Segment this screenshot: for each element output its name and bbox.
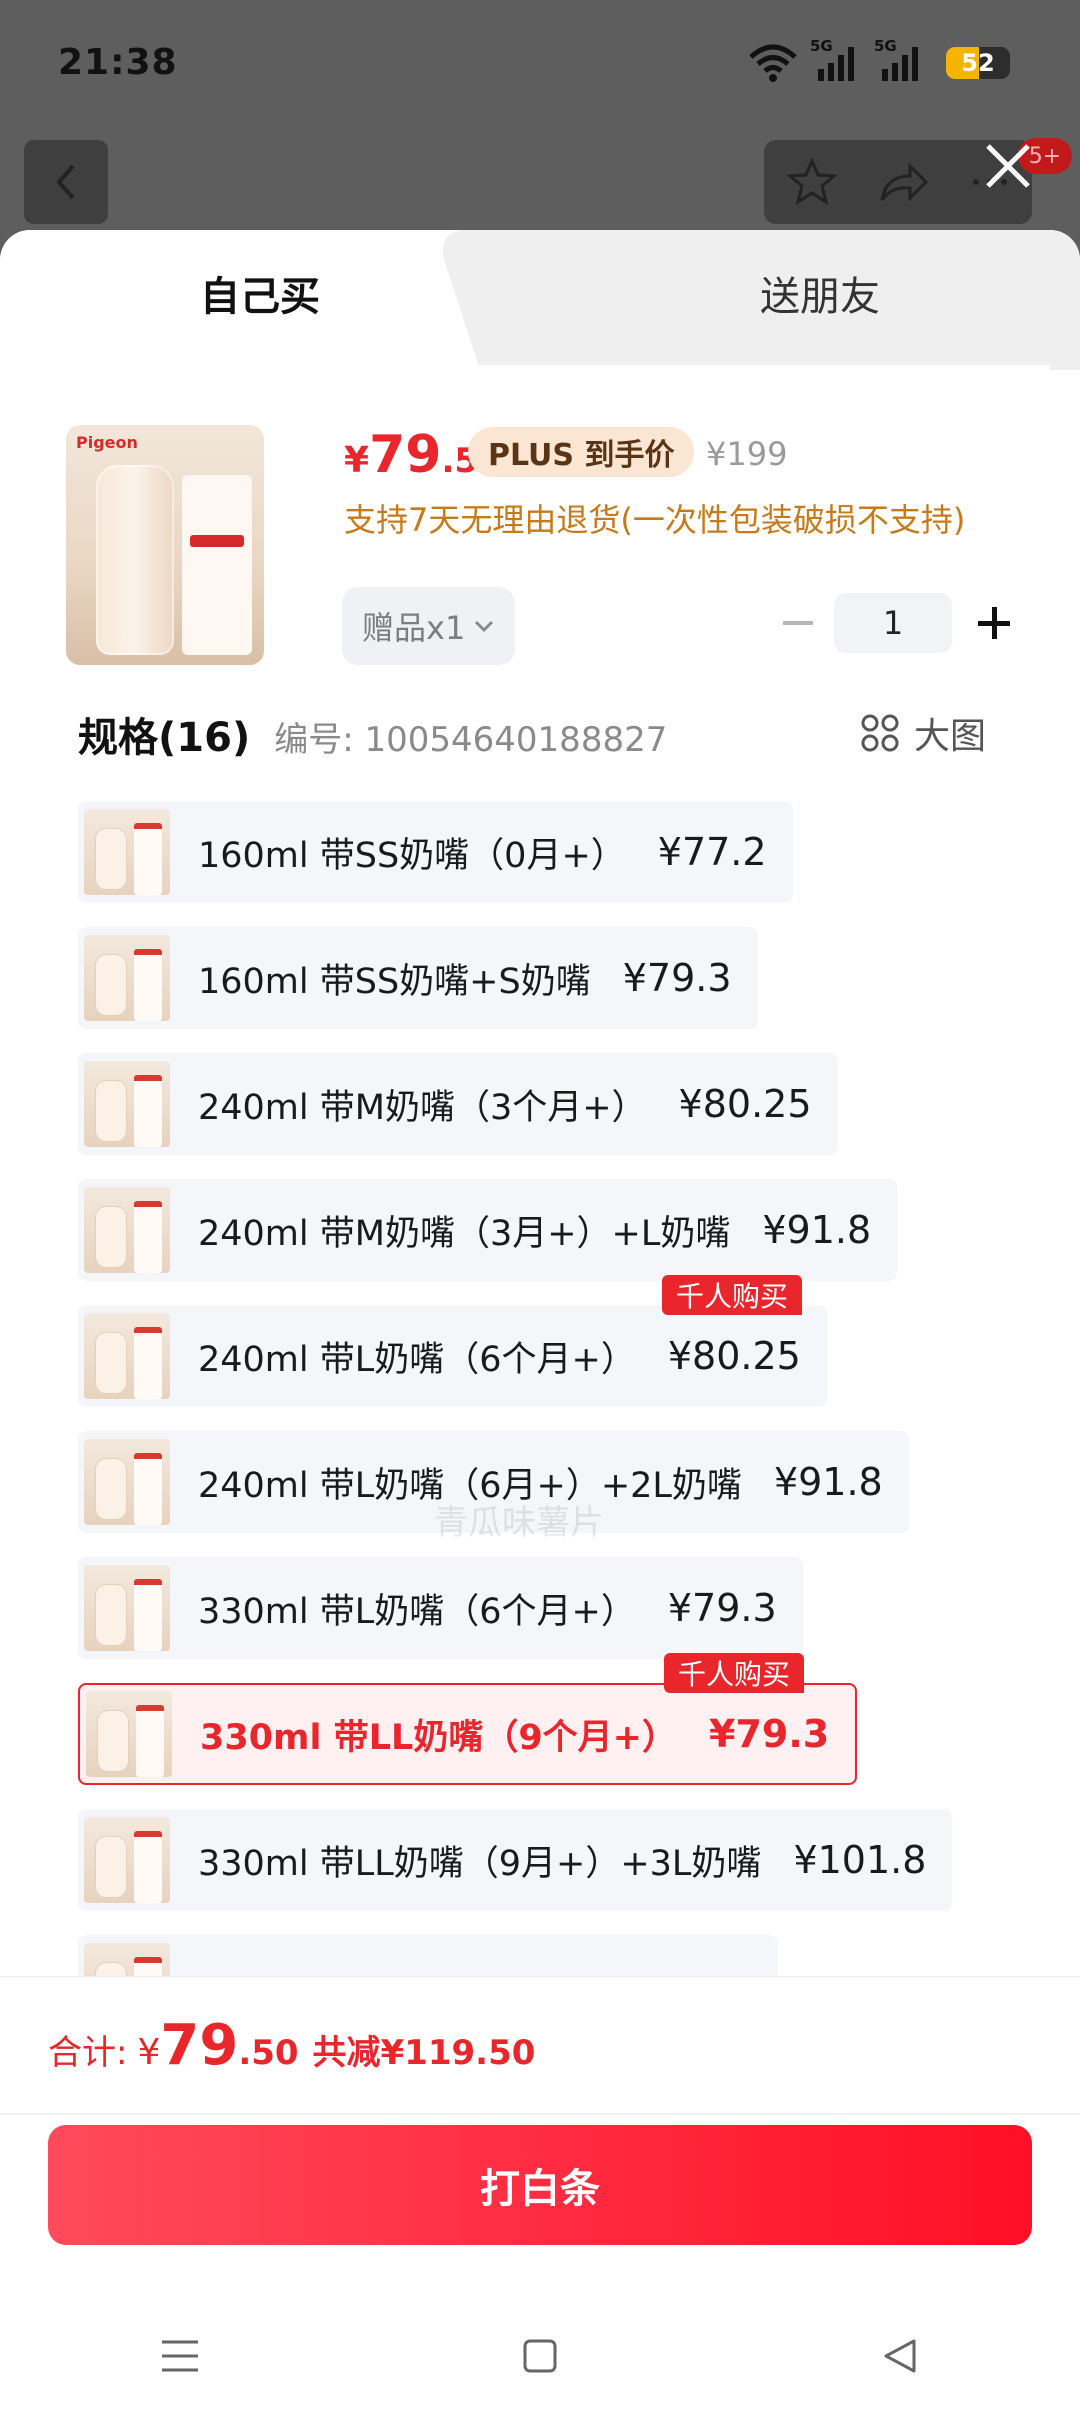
menu-nav-button[interactable]: [150, 2326, 210, 2386]
close-icon[interactable]: [978, 136, 1038, 196]
original-price: ¥199: [706, 435, 788, 473]
spec-thumbnail: [84, 809, 170, 895]
quantity-input[interactable]: 1: [834, 593, 952, 653]
spec-option-selected[interactable]: 330ml 带LL奶嘴（9个月+） ¥79.3: [78, 1683, 858, 1785]
product-image[interactable]: Pigeon: [66, 425, 264, 665]
back-button[interactable]: [24, 140, 108, 224]
system-nav-bar: [0, 2300, 1080, 2412]
big-image-label: 大图: [914, 716, 987, 757]
spec-thumbnail: [84, 1187, 170, 1273]
spec-title: 规格(16): [78, 715, 251, 761]
spec-thumbnail: [84, 1439, 170, 1525]
spec-thumbnail: [84, 1061, 170, 1147]
spec-thumbnail: [84, 1817, 170, 1903]
big-image-button[interactable]: 大图: [860, 707, 986, 759]
watermark: 青瓜味薯片: [434, 1503, 604, 1543]
spec-thumbnail: [86, 1691, 172, 1777]
status-bar: 21:38 5G 5G 52: [0, 0, 1080, 125]
grid-icon: [861, 714, 899, 752]
spec-option[interactable]: 240ml 带L奶嘴（6个月+） ¥80.25: [78, 1305, 827, 1407]
spec-option[interactable]: 330ml 带L奶嘴（6个月+） ¥79.3: [78, 1557, 803, 1659]
star-icon[interactable]: [786, 157, 838, 207]
pay-button[interactable]: 打白条: [48, 2125, 1032, 2245]
gift-label: 赠品x1: [362, 609, 466, 647]
hot-sale-badge: 千人购买: [662, 1275, 803, 1315]
cell-signal-icon: 5G: [810, 37, 862, 81]
sku-panel: Pigeon ¥ 79 .5 PLUS 到手价 ¥199 支持7天无理由退货(一…: [30, 365, 1050, 2165]
hot-sale-badge: 千人购买: [664, 1653, 805, 1693]
order-total: 合计: ¥ 79 .50 共减¥119.50: [48, 2013, 536, 2078]
quantity-decrease-button[interactable]: [768, 593, 828, 653]
status-time: 21:38: [58, 42, 178, 83]
spec-thumbnail: [84, 935, 170, 1021]
chevron-left-icon: [56, 164, 75, 200]
gift-selector[interactable]: 赠品x1: [342, 587, 516, 665]
back-triangle-icon: [884, 2339, 916, 2373]
brand-logo: Pigeon: [76, 433, 138, 452]
total-savings: 共减¥119.50: [312, 2033, 536, 2073]
battery-level: 52: [961, 48, 995, 77]
wifi-icon: [749, 44, 797, 82]
return-policy: 支持7天无理由退货(一次性包装破损不支持): [344, 501, 966, 539]
spec-thumbnail: [84, 1565, 170, 1651]
network-type-2: 5G: [874, 36, 897, 55]
spec-header: 规格(16) 编号: 10054640188827: [78, 705, 667, 763]
product-price: ¥ 79 .5: [344, 425, 479, 485]
share-icon[interactable]: [878, 160, 930, 204]
tab-gift-friend[interactable]: 送朋友: [690, 262, 950, 332]
spec-option[interactable]: 330ml 带LL奶嘴（9月+）+3L奶嘴 ¥101.8: [78, 1809, 953, 1911]
spec-option[interactable]: 160ml 带SS奶嘴+S奶嘴 ¥79.3: [78, 927, 758, 1029]
purchase-tabs: 自己买 送朋友: [0, 230, 1080, 370]
spec-thumbnail: [84, 1313, 170, 1399]
spec-option[interactable]: 240ml 带M奶嘴（3月+）+L奶嘴 ¥91.8: [78, 1179, 898, 1281]
status-icons: 5G 5G 52: [748, 37, 1010, 83]
back-nav-button[interactable]: [870, 2326, 930, 2386]
tab-self-buy[interactable]: 自己买: [130, 262, 390, 332]
plus-price-tag: PLUS 到手价: [468, 427, 695, 477]
chevron-down-icon: [475, 620, 494, 633]
battery-icon: 52: [946, 46, 1010, 79]
network-type-1: 5G: [810, 36, 833, 55]
home-square-icon: [523, 2339, 557, 2373]
quantity-increase-button[interactable]: [964, 593, 1024, 653]
home-nav-button[interactable]: [510, 2326, 570, 2386]
purchase-sheet: 自己买 送朋友 Pigeon ¥ 79 .5 PLUS 到手价 ¥199 支持7…: [0, 230, 1080, 2412]
cell-signal-icon-2: 5G: [874, 37, 932, 81]
spec-option[interactable]: 240ml 带M奶嘴（3个月+） ¥80.25: [78, 1053, 838, 1155]
menu-icon: [162, 2340, 198, 2372]
spec-option[interactable]: 160ml 带SS奶嘴（0月+） ¥77.2: [78, 801, 793, 903]
product-code: 编号: 10054640188827: [274, 720, 668, 760]
